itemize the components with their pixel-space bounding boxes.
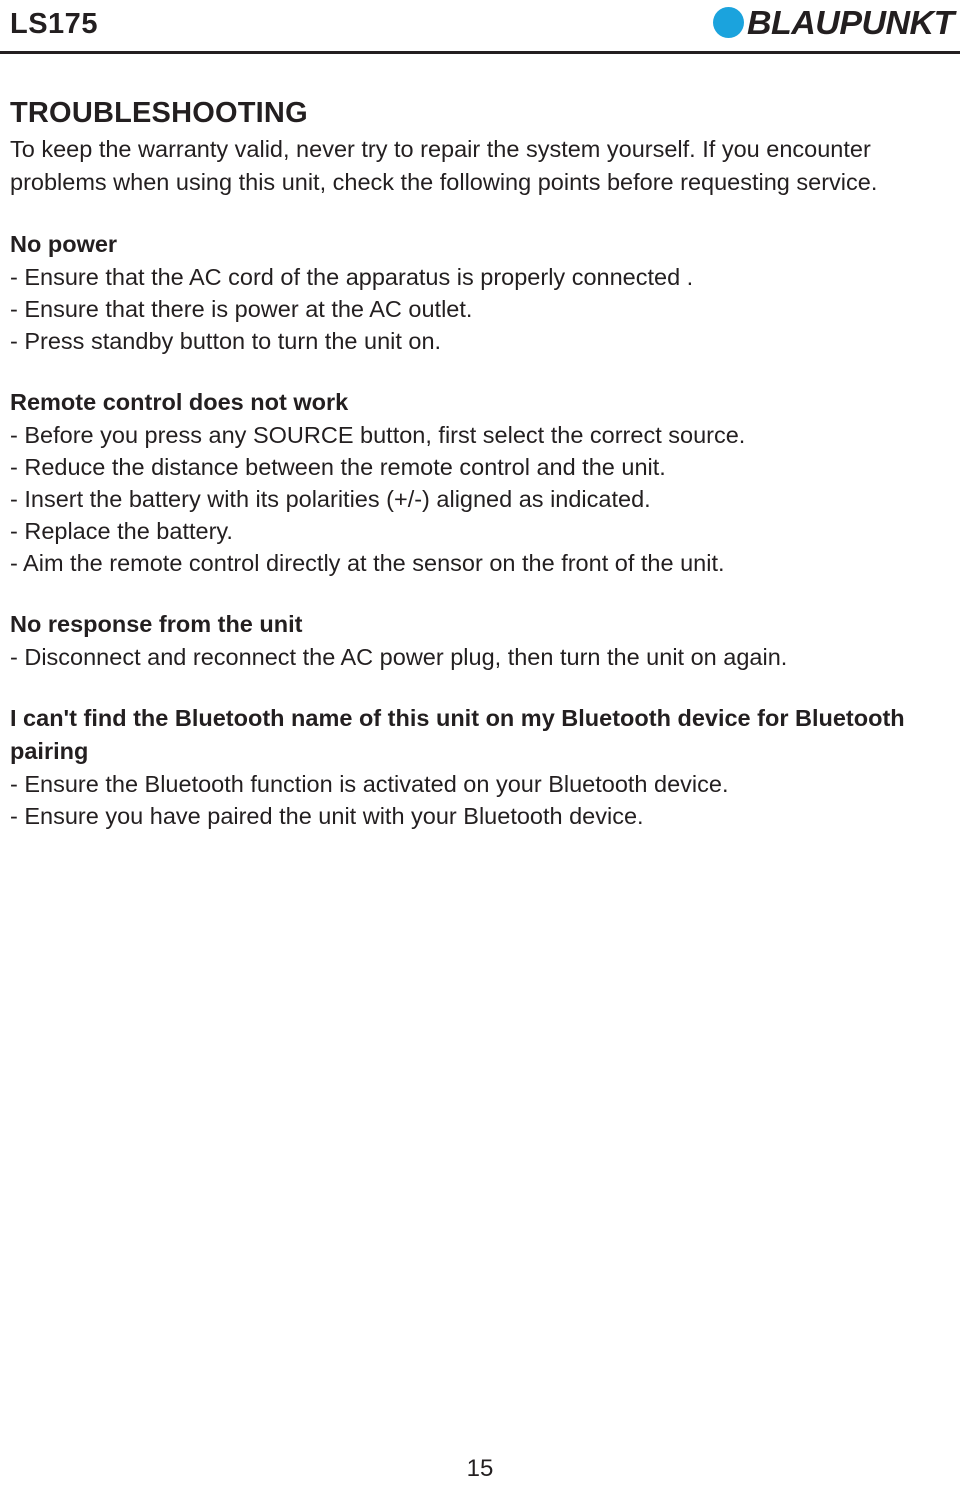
- list-item: - Ensure the Bluetooth function is activ…: [10, 771, 729, 797]
- block-heading: No response from the unit: [10, 611, 303, 637]
- manual-page: LS175 BLAUPUNKT TROUBLESHOOTING To keep …: [0, 0, 960, 1505]
- list-item: - Reduce the distance between the remote…: [10, 454, 666, 480]
- list-item: - Before you press any SOURCE button, fi…: [10, 422, 746, 448]
- list-item: - Ensure you have paired the unit with y…: [10, 803, 644, 829]
- list-item: - Ensure that there is power at the AC o…: [10, 296, 473, 322]
- bullet-list: - Before you press any SOURCE button, fi…: [10, 419, 935, 579]
- list-item: - Ensure that the AC cord of the apparat…: [10, 264, 694, 290]
- page-title: TROUBLESHOOTING: [10, 97, 308, 129]
- list-item: - Disconnect and reconnect the AC power …: [10, 644, 788, 670]
- troubleshooting-block: Remote control does not work - Before you…: [10, 386, 935, 579]
- troubleshooting-block: No power - Ensure that the AC cord of the…: [10, 228, 935, 357]
- blue-circle-icon: [713, 7, 745, 38]
- model-code: LS175: [10, 8, 98, 40]
- list-item: - Aim the remote control directly at the…: [10, 550, 725, 576]
- troubleshooting-block: No response from the unit - Disconnect an…: [10, 608, 935, 673]
- bullet-list: - Disconnect and reconnect the AC power …: [10, 641, 935, 673]
- block-heading: I can't find the Bluetooth name of this …: [10, 705, 905, 764]
- list-item: - Insert the battery with its polarities…: [10, 486, 651, 512]
- bullet-list: - Ensure that the AC cord of the apparat…: [10, 261, 935, 357]
- block-heading: Remote control does not work: [10, 389, 349, 415]
- header-divider: [0, 51, 960, 54]
- block-heading: No power: [10, 231, 118, 257]
- bullet-list: - Ensure the Bluetooth function is activ…: [10, 768, 935, 832]
- page-number: 15: [466, 1455, 494, 1482]
- troubleshooting-block: I can't find the Bluetooth name of this …: [10, 702, 935, 832]
- list-item: - Replace the battery.: [10, 518, 233, 544]
- intro-paragraph: To keep the warranty valid, never try to…: [10, 136, 878, 195]
- page-content: TROUBLESHOOTING To keep the warranty val…: [10, 96, 935, 832]
- blaupunkt-logo: BLAUPUNKT: [713, 6, 955, 39]
- page-header: LS175 BLAUPUNKT: [0, 0, 960, 54]
- troubleshooting-blocks: No power - Ensure that the AC cord of the…: [10, 228, 935, 832]
- list-item: - Press standby button to turn the unit …: [10, 328, 442, 354]
- brand-name: BLAUPUNKT: [747, 4, 955, 41]
